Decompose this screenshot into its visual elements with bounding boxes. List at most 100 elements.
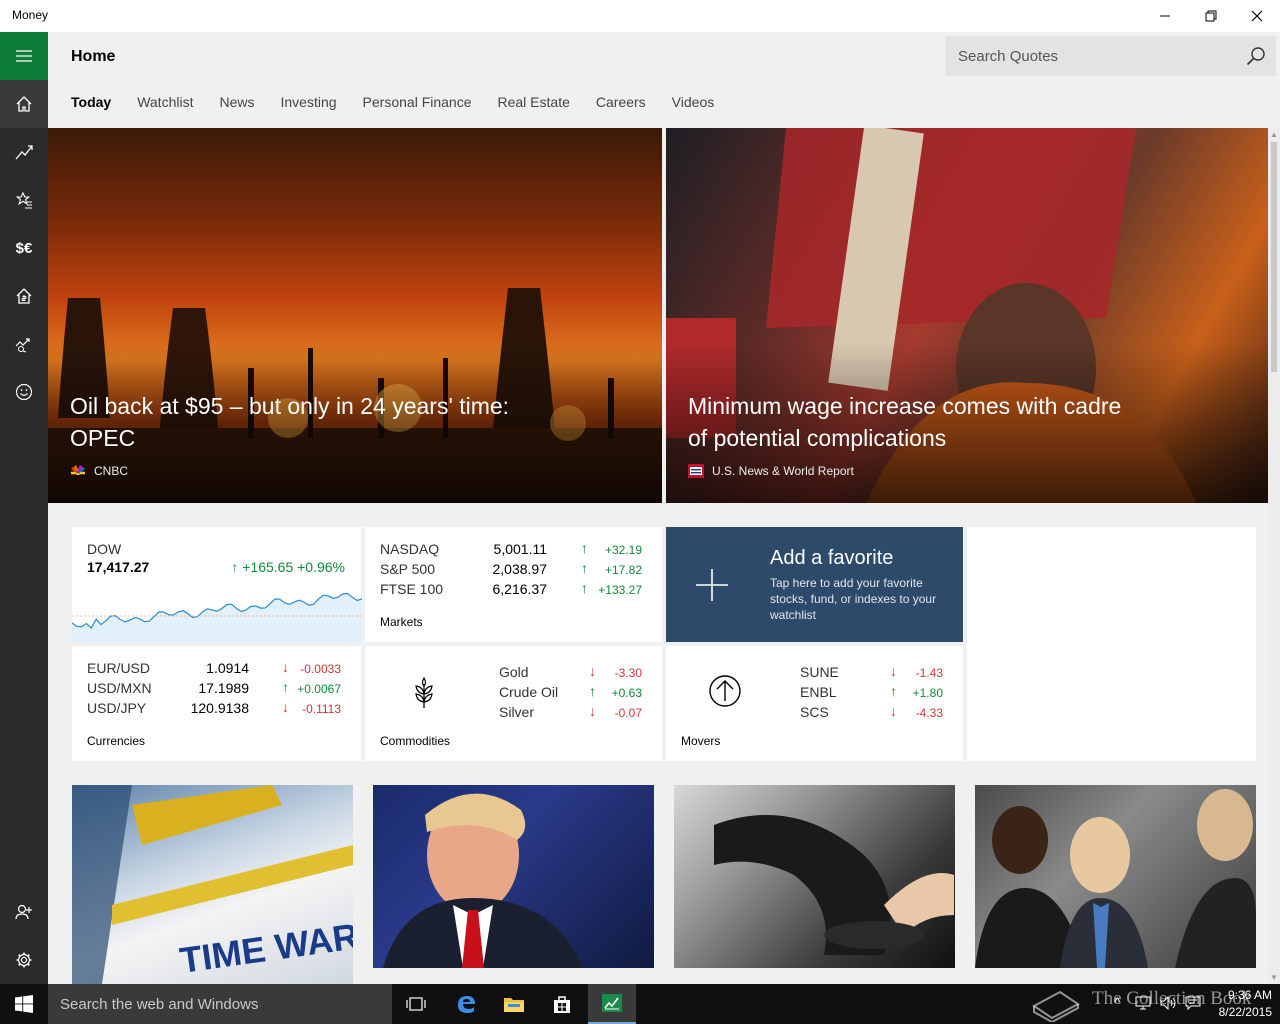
store-button[interactable] — [538, 984, 586, 1024]
index-name: DOW — [87, 541, 122, 557]
commodity-name: Silver — [499, 704, 535, 720]
watchlist-icon — [15, 191, 32, 209]
markets-card[interactable]: NASDAQ 5,001.11 ↑ +32.19 S&P 500 2,038.9… — [365, 527, 662, 642]
taskbar-search-input[interactable] — [48, 984, 392, 1024]
mover-change: +1.80 — [912, 686, 943, 700]
market-name: S&P 500 — [380, 561, 436, 577]
close-button[interactable] — [1234, 0, 1280, 32]
currencies-card[interactable]: EUR/USD 1.0914 ↓ -0.0033 USD/MXN 17.1989… — [72, 646, 361, 761]
folder-icon — [504, 998, 524, 1012]
tab-today[interactable]: Today — [71, 94, 111, 118]
thumb-sign-text: TIME WARN — [177, 912, 353, 981]
market-name: NASDAQ — [380, 541, 440, 557]
nav-settings[interactable] — [0, 936, 48, 984]
arrow-down-icon: ↓ — [890, 663, 897, 679]
search-box[interactable] — [946, 36, 1276, 76]
minimize-button[interactable] — [1142, 0, 1188, 32]
dow-card[interactable]: DOW 17,417.27 ↑ +165.65 +0.96% — [72, 527, 362, 642]
fuel-nozzle-image — [714, 815, 954, 955]
favorite-title: Add a favorite — [770, 547, 894, 569]
hamburger-icon — [16, 50, 32, 62]
hero-story-wage[interactable]: Minimum wage increase comes with cadre o… — [666, 128, 1268, 503]
add-favorite-tile[interactable]: Add a favorite Tap here to add your favo… — [666, 527, 963, 642]
commodity-change: -0.07 — [614, 706, 642, 720]
hero-headline[interactable]: Oil back at $95 – but only in 24 years' … — [70, 390, 510, 454]
currency-change: -0.1113 — [302, 702, 341, 716]
arrow-up-icon: ↑ — [589, 683, 596, 699]
currency-name: USD/JPY — [87, 700, 147, 716]
story-thumb-leaders[interactable] — [975, 785, 1256, 968]
tab-videos[interactable]: Videos — [672, 94, 715, 118]
currency-value: 120.9138 — [190, 700, 249, 716]
arrow-up-circle-icon — [709, 675, 741, 707]
nav-markets[interactable] — [0, 128, 48, 176]
hero-story-oil[interactable]: Oil back at $95 – but only in 24 years' … — [48, 128, 662, 503]
market-value: 6,216.37 — [492, 581, 548, 597]
nav-account[interactable] — [0, 888, 48, 936]
taskbar-search[interactable] — [48, 984, 392, 1024]
story-thumb-fuel[interactable] — [674, 785, 955, 968]
source-name: U.S. News & World Report — [712, 464, 854, 478]
scroll-up-icon[interactable]: ▲ — [1270, 130, 1278, 139]
nav-home[interactable] — [0, 80, 48, 128]
index-change: ↑ +165.65 +0.96% — [231, 559, 345, 575]
story-thumb-timewarner[interactable]: TIME WARN — [72, 785, 353, 984]
chart-icon — [15, 145, 33, 160]
tab-personal-finance[interactable]: Personal Finance — [363, 94, 472, 118]
nav-real-estate[interactable] — [0, 272, 48, 320]
nav-watchlist[interactable] — [0, 176, 48, 224]
timewarner-image: TIME WARN — [72, 785, 353, 984]
file-explorer-button[interactable] — [490, 984, 538, 1024]
commodities-card[interactable]: Gold ↓ -3.30 Crude Oil ↑ +0.63 Silver ↓ … — [365, 646, 662, 761]
restore-button[interactable] — [1188, 0, 1234, 32]
nav-investing[interactable] — [0, 320, 48, 368]
arrow-up-icon: ↑ — [581, 580, 588, 596]
wheat-icon — [415, 676, 433, 708]
favorite-description: Tap here to add your favorite stocks, fu… — [770, 576, 937, 622]
main-content: Oil back at $95 – but only in 24 years' … — [48, 128, 1268, 984]
tab-careers[interactable]: Careers — [596, 94, 646, 118]
index-value: 17,417.27 — [87, 559, 150, 575]
commodity-change: +0.63 — [611, 686, 642, 700]
hero-headline[interactable]: Minimum wage increase comes with cadre o… — [688, 390, 1128, 454]
vertical-scrollbar[interactable]: ▲ ▼ — [1268, 128, 1280, 984]
window-title: Money — [12, 8, 49, 22]
card-label: Currencies — [87, 734, 146, 748]
start-button[interactable] — [0, 984, 48, 1024]
nav-personal[interactable] — [0, 368, 48, 416]
tab-investing[interactable]: Investing — [281, 94, 337, 118]
tab-watchlist[interactable]: Watchlist — [137, 94, 193, 118]
edge-icon — [458, 996, 475, 1013]
arrow-down-icon: ↓ — [589, 663, 596, 679]
story-thumb-trump[interactable] — [373, 785, 654, 968]
windows-logo-icon — [15, 995, 33, 1013]
nav-currencies[interactable]: $€ — [0, 224, 48, 272]
investing-icon — [15, 338, 30, 353]
edge-button[interactable] — [442, 984, 490, 1024]
mover-symbol: SUNE — [800, 664, 839, 680]
card-label: Movers — [681, 734, 721, 748]
mover-change: -4.33 — [915, 706, 943, 720]
title-bar: Money — [0, 0, 1280, 32]
task-view-icon — [406, 997, 426, 1011]
arrow-up-icon: ↑ — [890, 683, 897, 699]
arrow-down-icon: ↓ — [282, 699, 289, 715]
search-icon[interactable] — [1246, 46, 1266, 66]
currency-value: 1.0914 — [206, 660, 249, 676]
home-icon — [16, 96, 32, 112]
page-title: Home — [71, 48, 116, 65]
leaders-image — [975, 789, 1256, 968]
currency-name: EUR/USD — [87, 660, 151, 676]
market-change: +32.19 — [604, 543, 642, 557]
scroll-thumb[interactable] — [1271, 142, 1277, 372]
hamburger-button[interactable] — [0, 32, 48, 80]
book-watermark-icon — [1032, 990, 1080, 1022]
search-input[interactable] — [946, 36, 1236, 76]
movers-card[interactable]: SUNE ↓ -1.43 ENBL ↑ +1.80 SCS ↓ -4.33 Mo… — [666, 646, 963, 761]
commodity-name: Crude Oil — [499, 684, 559, 700]
tab-news[interactable]: News — [219, 94, 254, 118]
scroll-down-icon[interactable]: ▼ — [1270, 973, 1278, 982]
money-app-button[interactable] — [588, 984, 636, 1024]
tab-real-estate[interactable]: Real Estate — [498, 94, 570, 118]
task-view-button[interactable] — [392, 984, 440, 1024]
